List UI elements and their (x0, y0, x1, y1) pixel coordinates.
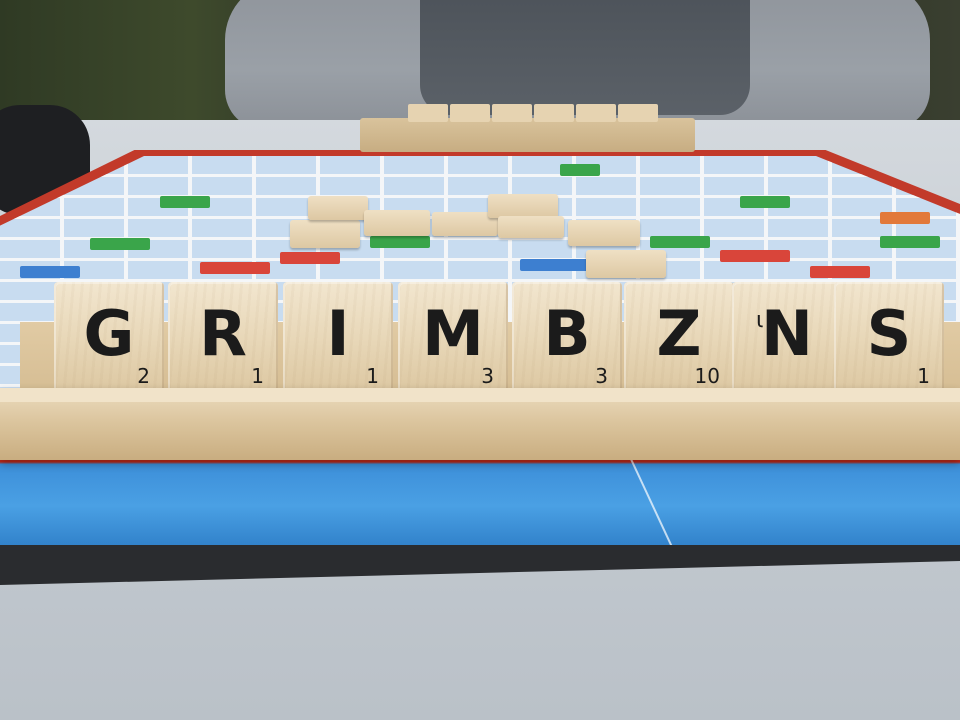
person-shirt (420, 0, 750, 115)
premium-square (90, 238, 150, 250)
tile-value: 10 (694, 364, 720, 388)
played-tile (290, 220, 360, 248)
opponent-tile (618, 104, 658, 122)
tile-value: 2 (137, 364, 150, 388)
premium-square (200, 262, 270, 274)
played-tile (308, 196, 368, 220)
premium-square (20, 266, 80, 278)
played-tile (488, 194, 558, 218)
premium-square (880, 236, 940, 248)
tile-letter: Z (656, 297, 702, 370)
tile-letter: S (866, 297, 912, 370)
letter-tile[interactable]: I 1 (283, 282, 393, 394)
opponent-tile (576, 104, 616, 122)
letter-tile[interactable]: B 3 (512, 282, 622, 394)
letter-tile[interactable]: M 3 (398, 282, 508, 394)
played-tile (586, 250, 666, 278)
letter-tile[interactable]: G 2 (54, 282, 164, 394)
tile-letter: B (543, 297, 591, 370)
opponent-tile (492, 104, 532, 122)
opponent-tile (450, 104, 490, 122)
premium-square (370, 236, 430, 248)
premium-square (650, 236, 710, 248)
premium-square (740, 196, 790, 208)
tile-value: 1 (917, 364, 930, 388)
tile-rack-tiles: G 2 R 1 I 1 M 3 B 3 Z 10 ι N S 1 (54, 282, 944, 394)
premium-square (280, 252, 340, 264)
tile-letter: N (761, 297, 813, 370)
tile-letter: G (83, 297, 135, 370)
premium-square (520, 259, 590, 271)
tile-letter: R (199, 297, 247, 370)
letter-tile[interactable]: S 1 (834, 282, 944, 394)
tile-value: 1 (366, 364, 379, 388)
tile-rack-lip (0, 388, 960, 402)
letter-tile[interactable]: Z 10 (624, 282, 734, 394)
tile-letter: I (326, 297, 350, 370)
played-tile (498, 216, 564, 238)
premium-square (810, 266, 870, 278)
premium-square (160, 196, 210, 208)
tile-letter: M (422, 297, 484, 370)
played-tile (568, 220, 640, 246)
premium-square (880, 212, 930, 224)
letter-tile[interactable]: R 1 (168, 282, 278, 394)
tile-value: 1 (251, 364, 264, 388)
tile-value: 3 (481, 364, 494, 388)
opponent-tile (408, 104, 448, 122)
premium-square (720, 250, 790, 262)
premium-square (560, 164, 600, 176)
opponent-rack (360, 118, 695, 152)
played-tile (364, 210, 430, 236)
opponent-tile (534, 104, 574, 122)
scrabble-photo: G 2 R 1 I 1 M 3 B 3 Z 10 ι N S 1 (0, 0, 960, 720)
tile-value: 3 (595, 364, 608, 388)
letter-tile[interactable]: ι N (732, 282, 842, 394)
